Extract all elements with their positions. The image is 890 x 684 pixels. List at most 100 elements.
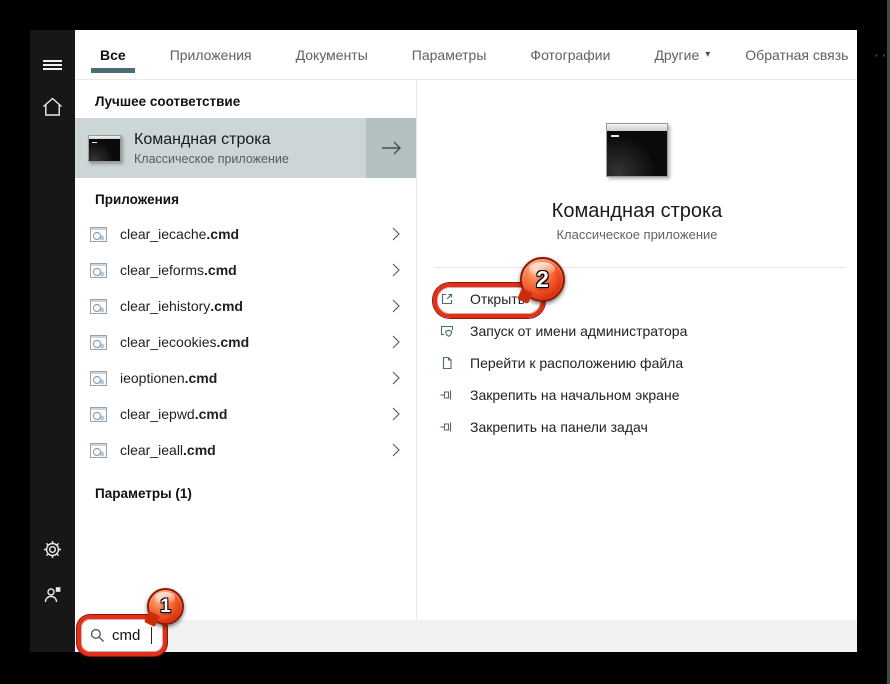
tab-documents-label: Документы — [296, 47, 368, 63]
list-item-clear-iecookies[interactable]: clear_iecookies.cmd — [75, 324, 416, 360]
best-match-subtitle: Классическое приложение — [134, 152, 289, 166]
chevron-right-icon[interactable] — [392, 407, 400, 421]
action-run-as-admin-label: Запуск от имени администратора — [470, 323, 687, 339]
app-name-ext: .cmd — [210, 298, 243, 314]
app-name: clear_iehistory.cmd — [120, 298, 243, 314]
best-match-main[interactable]: Командная строка Классическое приложение — [75, 118, 366, 178]
windows-search-flyout: Все Приложения Документы Параметры Фотог… — [30, 30, 857, 652]
more-options-button[interactable]: ··· — [874, 47, 890, 63]
tab-all[interactable]: Все — [91, 30, 135, 79]
app-name-ext: .cmd — [195, 406, 228, 422]
hamburger-menu-button[interactable] — [30, 48, 75, 82]
app-name-base: clear_ieforms — [120, 262, 204, 278]
list-item-clear-ieforms[interactable]: clear_ieforms.cmd — [75, 252, 416, 288]
action-pin-to-start-label: Закрепить на начальном экране — [470, 387, 680, 403]
search-icon — [90, 628, 105, 643]
tab-settings-label: Параметры — [412, 47, 487, 63]
batch-file-icon — [90, 371, 107, 386]
pin-taskbar-icon — [439, 419, 455, 435]
app-name-base: clear_ieall — [120, 442, 183, 458]
app-name-base: clear_iecache — [120, 226, 206, 242]
action-run-as-admin[interactable]: Запуск от имени администратора — [417, 315, 857, 347]
tab-apps-label: Приложения — [170, 47, 252, 63]
chevron-right-icon[interactable] — [392, 443, 400, 457]
home-button[interactable] — [30, 90, 75, 124]
tab-apps[interactable]: Приложения — [161, 30, 261, 79]
list-item-ieoptionen[interactable]: ieoptionen.cmd — [75, 360, 416, 396]
app-name-ext: .cmd — [217, 334, 250, 350]
chevron-down-icon: ▾ — [705, 49, 710, 60]
tab-photos-label: Фотографии — [530, 47, 610, 63]
app-name: ieoptionen.cmd — [120, 370, 217, 386]
detail-app-subtitle: Классическое приложение — [417, 227, 857, 242]
tab-more-filters-label: Другие — [654, 47, 699, 63]
search-input[interactable] — [112, 627, 150, 644]
results-area: Лучшее соответствие Командная строка Кла… — [75, 80, 857, 620]
action-pin-to-taskbar[interactable]: Закрепить на панели задач — [417, 411, 857, 443]
search-strip — [120, 620, 857, 652]
best-match-row[interactable]: Командная строка Классическое приложение — [75, 118, 416, 178]
app-name: clear_iepwd.cmd — [120, 406, 227, 422]
action-open-file-location[interactable]: Перейти к расположению файла — [417, 347, 857, 379]
app-name-base: clear_iepwd — [120, 406, 195, 422]
app-name: clear_ieforms.cmd — [120, 262, 237, 278]
annotation-step1-number: 1 — [160, 596, 171, 618]
chevron-right-icon[interactable] — [392, 227, 400, 241]
app-name: clear_ieall.cmd — [120, 442, 216, 458]
home-icon — [42, 97, 63, 117]
chevron-right-icon[interactable] — [392, 371, 400, 385]
search-content: Все Приложения Документы Параметры Фотог… — [75, 30, 857, 652]
app-name: clear_iecookies.cmd — [120, 334, 249, 350]
settings-section-title: Параметры (1) — [75, 468, 416, 510]
cmd-icon-large — [606, 123, 668, 177]
admin-shield-icon — [439, 323, 455, 339]
chevron-right-icon[interactable] — [392, 299, 400, 313]
text-caret — [151, 627, 152, 644]
batch-file-icon — [90, 299, 107, 314]
app-name-ext: .cmd — [206, 226, 239, 242]
list-item-clear-iepwd[interactable]: clear_iepwd.cmd — [75, 396, 416, 432]
arrow-right-icon — [380, 140, 403, 156]
batch-file-icon — [90, 335, 107, 350]
hamburger-menu-icon — [43, 58, 62, 72]
app-name-base: ieoptionen — [120, 370, 185, 386]
apps-section-title: Приложения — [75, 178, 416, 216]
tab-settings[interactable]: Параметры — [403, 30, 496, 79]
left-rail — [30, 30, 75, 652]
divider — [435, 267, 845, 268]
batch-file-icon — [90, 263, 107, 278]
annotation-step1-badge: 1 — [147, 588, 184, 625]
people-icon — [43, 585, 63, 605]
desktop-background: Все Приложения Документы Параметры Фотог… — [0, 0, 890, 684]
app-name-ext: .cmd — [204, 262, 237, 278]
chevron-right-icon[interactable] — [392, 263, 400, 277]
app-name: clear_iecache.cmd — [120, 226, 239, 242]
tab-photos[interactable]: Фотографии — [521, 30, 619, 79]
action-pin-to-start[interactable]: Закрепить на начальном экране — [417, 379, 857, 411]
list-item-clear-iecache[interactable]: clear_iecache.cmd — [75, 216, 416, 252]
tab-more-filters[interactable]: Другие ▾ — [645, 30, 719, 79]
best-match-title: Командная строка — [134, 131, 289, 149]
batch-file-icon — [90, 443, 107, 458]
results-panel: Лучшее соответствие Командная строка Кла… — [75, 80, 417, 620]
settings-button[interactable] — [30, 532, 75, 566]
pin-start-icon — [439, 387, 455, 403]
feedback-link[interactable]: Обратная связь — [745, 47, 848, 63]
filter-tabs-bar: Все Приложения Документы Параметры Фотог… — [75, 30, 857, 80]
cmd-icon — [88, 135, 121, 162]
action-open-file-location-label: Перейти к расположению файла — [470, 355, 683, 371]
account-button[interactable] — [30, 578, 75, 612]
chevron-right-icon[interactable] — [392, 335, 400, 349]
file-location-icon — [439, 355, 455, 371]
expand-results-button[interactable] — [366, 118, 416, 178]
list-item-clear-iehistory[interactable]: clear_iehistory.cmd — [75, 288, 416, 324]
app-name-base: clear_iehistory — [120, 298, 210, 314]
annotation-step2-badge: 2 — [520, 257, 565, 302]
tab-documents[interactable]: Документы — [287, 30, 377, 79]
list-item-clear-ieall[interactable]: clear_ieall.cmd — [75, 432, 416, 468]
detail-app-title: Командная строка — [417, 200, 857, 223]
batch-file-icon — [90, 227, 107, 242]
app-name-ext: .cmd — [183, 442, 216, 458]
action-pin-to-taskbar-label: Закрепить на панели задач — [470, 419, 648, 435]
annotation-step2-number: 2 — [536, 266, 549, 293]
